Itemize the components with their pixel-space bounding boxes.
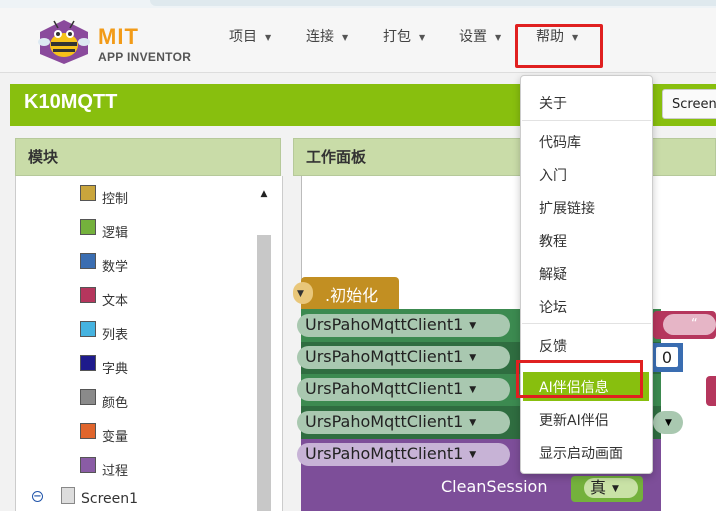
bee-logo-icon xyxy=(38,20,90,64)
logo-title: MIT xyxy=(98,24,139,49)
dropdown-arrow-icon: ▼ xyxy=(469,352,477,363)
component-pill[interactable]: UrsPahoMqttClient1 ▼ xyxy=(297,378,510,401)
menu-item-about[interactable]: 关于 xyxy=(539,93,567,113)
companion-info-highlight-box xyxy=(516,360,643,398)
clean-session-label: CleanSession xyxy=(441,477,548,496)
component-name: UrsPahoMqttClient1 xyxy=(305,315,464,334)
to-label: 为 xyxy=(662,384,679,403)
menu-item-troubleshooting[interactable]: 解疑 xyxy=(539,264,567,284)
menu-item-forums[interactable]: 论坛 xyxy=(539,297,567,317)
dropdown-arrow-icon: ▼ xyxy=(469,417,477,428)
dropdown-arrow-icon: ▼ xyxy=(297,288,304,299)
initialize-event-block[interactable]: ▼ .初始化 xyxy=(293,277,399,309)
menu-settings-label: 设置 xyxy=(459,29,487,45)
screen-select-button[interactable]: Screen xyxy=(662,89,716,119)
top-strip-curve xyxy=(150,0,716,6)
component-name: UrsPahoMqttClient1 xyxy=(305,412,464,431)
scroll-up-arrow-icon[interactable]: ▲ xyxy=(256,185,272,203)
scroll-thumb[interactable] xyxy=(257,235,271,511)
component-pill[interactable]: UrsPahoMqttClient1 ▼ xyxy=(297,443,510,466)
project-name: K10MQTT xyxy=(24,91,118,113)
category-label: 数学 xyxy=(102,260,129,275)
logo-subtitle: APP INVENTOR xyxy=(98,50,192,64)
menu-item-feedback[interactable]: 反馈 xyxy=(539,336,567,356)
dropdown-arrow-icon: ▼ xyxy=(469,384,477,395)
menu-item-update-companion[interactable]: 更新AI伴侣 xyxy=(539,410,609,430)
quote-mark: “ xyxy=(691,317,698,332)
component-pill[interactable]: UrsPahoMqttClient1 ▼ xyxy=(297,411,510,434)
screen-icon xyxy=(61,487,75,504)
caret-down-icon: ▼ xyxy=(419,32,426,42)
category-label: 颜色 xyxy=(102,396,129,411)
menu-item-tutorials[interactable]: 教程 xyxy=(539,231,567,251)
text-string[interactable]: “ xyxy=(663,314,716,335)
math-swatch-icon xyxy=(80,253,96,269)
logic-swatch-icon xyxy=(80,219,96,235)
text-block-edge[interactable] xyxy=(706,376,716,406)
number-value[interactable]: 0 xyxy=(655,346,679,368)
component-pill[interactable]: UrsPahoMqttClient1 ▼ xyxy=(297,346,510,369)
component-name: UrsPahoMqttClient1 xyxy=(305,347,464,366)
caret-down-icon: ▼ xyxy=(265,32,272,42)
dropdown-arrow-icon: ▼ xyxy=(469,449,477,460)
dropdown-arrow-icon: ▼ xyxy=(612,483,619,494)
app-inventor-logo[interactable]: MIT APP INVENTOR xyxy=(36,18,196,66)
lists-swatch-icon xyxy=(80,321,96,337)
dropdown-arrow-icon: ▼ xyxy=(665,417,672,428)
component-dropdown[interactable]: ▼ xyxy=(293,282,313,304)
dictionaries-swatch-icon xyxy=(80,355,96,371)
control-swatch-icon xyxy=(80,185,96,201)
menu-item-show-splash[interactable]: 显示启动画面 xyxy=(539,443,623,463)
category-label: 字典 xyxy=(102,362,129,377)
top-navbar: MIT APP INVENTOR 项目 ▼ 连接 ▼ 打包 ▼ 设置 ▼ 帮助 ▼ xyxy=(0,8,716,73)
caret-down-icon: ▼ xyxy=(342,32,349,42)
menu-connect[interactable]: 连接 ▼ xyxy=(306,26,348,62)
menu-projects-label: 项目 xyxy=(229,29,257,45)
text-swatch-icon xyxy=(80,287,96,303)
category-label: 控制 xyxy=(102,192,129,207)
variables-swatch-icon xyxy=(80,423,96,439)
menu-divider xyxy=(522,323,651,324)
menu-item-get-started[interactable]: 入门 xyxy=(539,165,567,185)
initialize-label: .初始化 xyxy=(325,286,379,305)
true-dropdown[interactable]: 真 ▼ xyxy=(584,478,638,498)
menu-settings[interactable]: 设置 ▼ xyxy=(459,26,501,62)
menu-projects[interactable]: 项目 ▼ xyxy=(229,26,271,62)
category-label: 变量 xyxy=(102,430,129,445)
menu-item-extensions[interactable]: 扩展链接 xyxy=(539,198,595,218)
help-menu-highlight-box xyxy=(515,24,603,68)
component-name: UrsPahoMqttClient1 xyxy=(305,379,464,398)
true-label: 真 xyxy=(590,478,607,497)
blocks-panel xyxy=(15,176,283,511)
colors-swatch-icon xyxy=(80,389,96,405)
help-dropdown-menu: 关于 代码库 入门 扩展链接 教程 解疑 论坛 反馈 AI伴侣信息 更新AI伴侣… xyxy=(520,75,653,474)
component-name: UrsPahoMqttClient1 xyxy=(305,444,464,463)
menu-item-library[interactable]: 代码库 xyxy=(539,132,581,152)
menu-connect-label: 连接 xyxy=(306,29,334,45)
collapse-toggle-icon[interactable]: − xyxy=(32,491,43,502)
category-label: 文本 xyxy=(102,294,129,309)
dropdown-arrow-icon: ▼ xyxy=(469,320,477,331)
category-label: 过程 xyxy=(102,464,129,479)
tree-item-screen1[interactable]: Screen1 xyxy=(81,491,138,507)
menu-divider xyxy=(522,120,651,121)
to-label: 为 xyxy=(692,417,709,436)
menu-build-label: 打包 xyxy=(383,29,411,45)
blocks-scrollbar[interactable]: ▲ xyxy=(256,185,272,511)
category-label: 逻辑 xyxy=(102,226,129,241)
top-strip xyxy=(0,0,716,8)
caret-down-icon: ▼ xyxy=(495,32,502,42)
menu-build[interactable]: 打包 ▼ xyxy=(383,26,425,62)
component-pill[interactable]: UrsPahoMqttClient1 ▼ xyxy=(297,314,510,337)
category-label: 列表 xyxy=(102,328,129,343)
blocks-panel-header: 模块 xyxy=(15,138,281,176)
component-pill-tail[interactable]: ▼ xyxy=(653,411,683,434)
procedures-swatch-icon xyxy=(80,457,96,473)
